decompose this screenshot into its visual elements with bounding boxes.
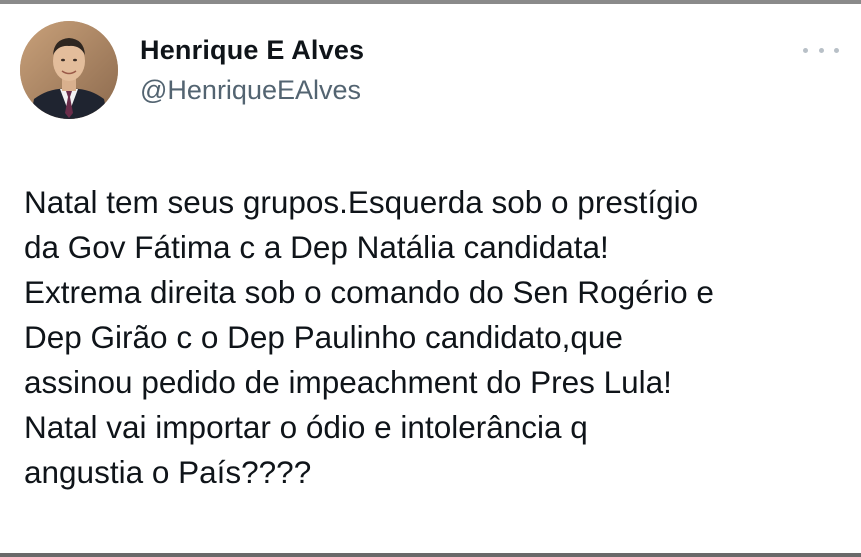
avatar-photo — [20, 21, 118, 119]
more-horizontal-icon — [834, 47, 839, 53]
author-display-name[interactable]: Henrique E Alves — [140, 35, 364, 66]
more-options-button[interactable] — [803, 40, 839, 60]
tweet-text: Natal tem seus grupos.Esquerda sob o pre… — [24, 184, 714, 490]
author-handle[interactable]: @HenriqueEAlves — [140, 75, 361, 106]
avatar[interactable] — [20, 21, 118, 119]
more-horizontal-icon — [818, 47, 824, 53]
more-horizontal-icon — [803, 47, 808, 53]
tweet-card: Henrique E Alves @HenriqueEAlves Natal t… — [0, 0, 861, 557]
